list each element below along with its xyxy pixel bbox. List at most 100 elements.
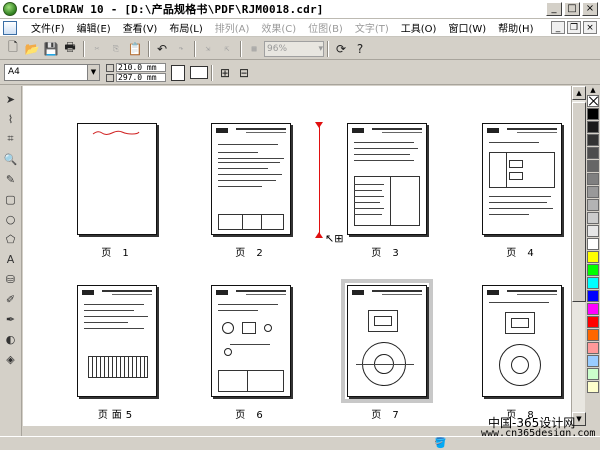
color-swatch[interactable] — [587, 264, 599, 276]
maximize-button[interactable]: □ — [564, 2, 580, 16]
paper-height-field[interactable]: 297.0 mm — [116, 73, 166, 82]
landscape-icon[interactable] — [190, 66, 208, 79]
save-icon[interactable]: 💾 — [42, 40, 60, 58]
zoom-tool-icon[interactable]: 🔍 — [2, 150, 20, 168]
page-thumbnail[interactable] — [211, 285, 291, 397]
color-swatch[interactable] — [587, 160, 599, 172]
fill-tool-icon[interactable]: ◐ — [2, 330, 20, 348]
redo-icon[interactable]: ↷ — [172, 44, 190, 54]
zoom-level-select[interactable]: 96% ▾ — [264, 40, 324, 57]
color-swatch[interactable] — [587, 303, 599, 315]
color-swatch[interactable] — [587, 316, 599, 328]
page-label: 页 4 — [506, 248, 538, 259]
palette-swatches — [587, 108, 599, 394]
paper-size-select[interactable]: A4 ▼ — [4, 64, 100, 81]
menu-window[interactable]: 窗口(W) — [442, 20, 492, 35]
set-default-units-icon[interactable]: ⊞ — [216, 64, 234, 82]
color-swatch[interactable] — [587, 329, 599, 341]
undo-icon[interactable]: ↶ — [153, 40, 171, 58]
menu-help[interactable]: 帮助(H) — [492, 20, 539, 35]
minimize-button[interactable]: _ — [546, 2, 562, 16]
shape-tool-icon[interactable]: ⌇ — [2, 110, 20, 128]
page-sorter-canvas[interactable]: 页 1 页 2 ↖⊞ 页 3 页 4 页面5 页 6 页 7 页 8 — [23, 86, 571, 426]
standard-toolbar: 🗋 📂 💾 🖶 ✂ ⎘ 📋 ↶ ↷ ⇲ ⇱ ▦ 96% ▾ ⟳ ? — [0, 38, 600, 60]
scrollbar-thumb[interactable] — [572, 102, 586, 302]
page-thumbnail[interactable] — [347, 123, 427, 235]
open-folder-icon[interactable]: 📂 — [23, 40, 41, 58]
application-launcher-icon[interactable]: ▦ — [245, 44, 263, 54]
color-swatch[interactable] — [587, 212, 599, 224]
toolbar-separator — [211, 64, 213, 81]
color-swatch[interactable] — [587, 173, 599, 185]
menu-file[interactable]: 文件(F) — [25, 20, 71, 35]
page-thumbnail[interactable] — [211, 123, 291, 235]
page-thumbnail[interactable] — [482, 285, 562, 397]
outline-tool-icon[interactable]: ✒ — [2, 310, 20, 328]
color-swatch[interactable] — [587, 290, 599, 302]
refresh-icon[interactable]: ⟳ — [332, 40, 350, 58]
color-swatch[interactable] — [587, 186, 599, 198]
paper-width-field[interactable]: 210.0 mm — [116, 63, 166, 72]
pick-tool-icon[interactable]: ➤ — [2, 90, 20, 108]
page-label: 页 1 — [101, 248, 133, 259]
text-tool-icon[interactable]: A — [2, 250, 20, 268]
paper-dimensions: 210.0 mm 297.0 mm — [106, 63, 166, 83]
color-swatch[interactable] — [587, 381, 599, 393]
color-swatch[interactable] — [587, 368, 599, 380]
portrait-icon[interactable] — [171, 64, 185, 81]
vertical-scrollbar[interactable]: ▲ ▼ — [571, 86, 586, 426]
color-swatch[interactable] — [587, 238, 599, 250]
close-button[interactable]: × — [582, 2, 598, 16]
page-thumbnail[interactable] — [77, 123, 157, 235]
color-swatch[interactable] — [587, 134, 599, 146]
color-swatch[interactable] — [587, 108, 599, 120]
menu-edit[interactable]: 编辑(E) — [71, 20, 117, 35]
cut-icon[interactable]: ✂ — [88, 44, 106, 54]
ellipse-tool-icon[interactable]: ○ — [2, 210, 20, 228]
menu-layout[interactable]: 布局(L) — [163, 20, 208, 35]
crop-tool-icon[interactable]: ⌗ — [2, 130, 20, 148]
color-swatch[interactable] — [587, 121, 599, 133]
page-thumbnail[interactable] — [77, 285, 157, 397]
doc-minimize-button[interactable]: _ — [551, 21, 565, 34]
polygon-tool-icon[interactable]: ⬠ — [2, 230, 20, 248]
menu-arrange[interactable]: 排列(A) — [209, 20, 256, 35]
color-swatch[interactable] — [587, 342, 599, 354]
print-icon[interactable]: 🖶 — [61, 40, 79, 58]
color-swatch[interactable] — [587, 225, 599, 237]
color-swatch[interactable] — [587, 277, 599, 289]
doc-restore-button[interactable]: ❐ — [567, 21, 581, 34]
menu-effects[interactable]: 效果(C) — [255, 20, 302, 35]
copy-icon[interactable]: ⎘ — [107, 44, 125, 54]
color-swatch[interactable] — [587, 251, 599, 263]
page-thumbnail[interactable] — [482, 123, 562, 235]
toolbar-separator — [148, 40, 150, 57]
menu-bitmaps[interactable]: 位图(B) — [302, 20, 349, 35]
paste-icon[interactable]: 📋 — [126, 40, 144, 58]
whats-this-help-icon[interactable]: ? — [351, 40, 369, 58]
color-swatch[interactable] — [587, 355, 599, 367]
color-swatch[interactable] — [587, 147, 599, 159]
scroll-up-icon[interactable]: ▲ — [572, 86, 586, 100]
interactive-blend-tool-icon[interactable]: ⛁ — [2, 270, 20, 288]
new-document-icon[interactable]: 🗋 — [4, 40, 22, 58]
menu-view[interactable]: 查看(V) — [117, 20, 164, 35]
coreldraw-app-icon[interactable] — [3, 2, 17, 16]
eyedropper-tool-icon[interactable]: ✐ — [2, 290, 20, 308]
menu-text[interactable]: 文字(T) — [349, 20, 395, 35]
doc-close-button[interactable]: × — [583, 21, 597, 34]
menu-tools[interactable]: 工具(O) — [395, 20, 443, 35]
zoom-level-value: 96% — [267, 43, 288, 54]
page-options-icon[interactable]: ⊟ — [235, 64, 253, 82]
freehand-tool-icon[interactable]: ✎ — [2, 170, 20, 188]
palette-scroll-up-icon[interactable]: ▲ — [587, 86, 599, 94]
toolbar-separator — [240, 40, 242, 57]
no-color-swatch[interactable] — [587, 95, 599, 107]
export-icon[interactable]: ⇱ — [218, 44, 236, 54]
import-icon[interactable]: ⇲ — [199, 44, 217, 54]
interactive-fill-tool-icon[interactable]: ◈ — [2, 350, 20, 368]
color-swatch[interactable] — [587, 199, 599, 211]
page-thumbnail-selected[interactable] — [341, 279, 433, 403]
document-icon[interactable] — [3, 20, 17, 35]
rectangle-tool-icon[interactable]: ▢ — [2, 190, 20, 208]
